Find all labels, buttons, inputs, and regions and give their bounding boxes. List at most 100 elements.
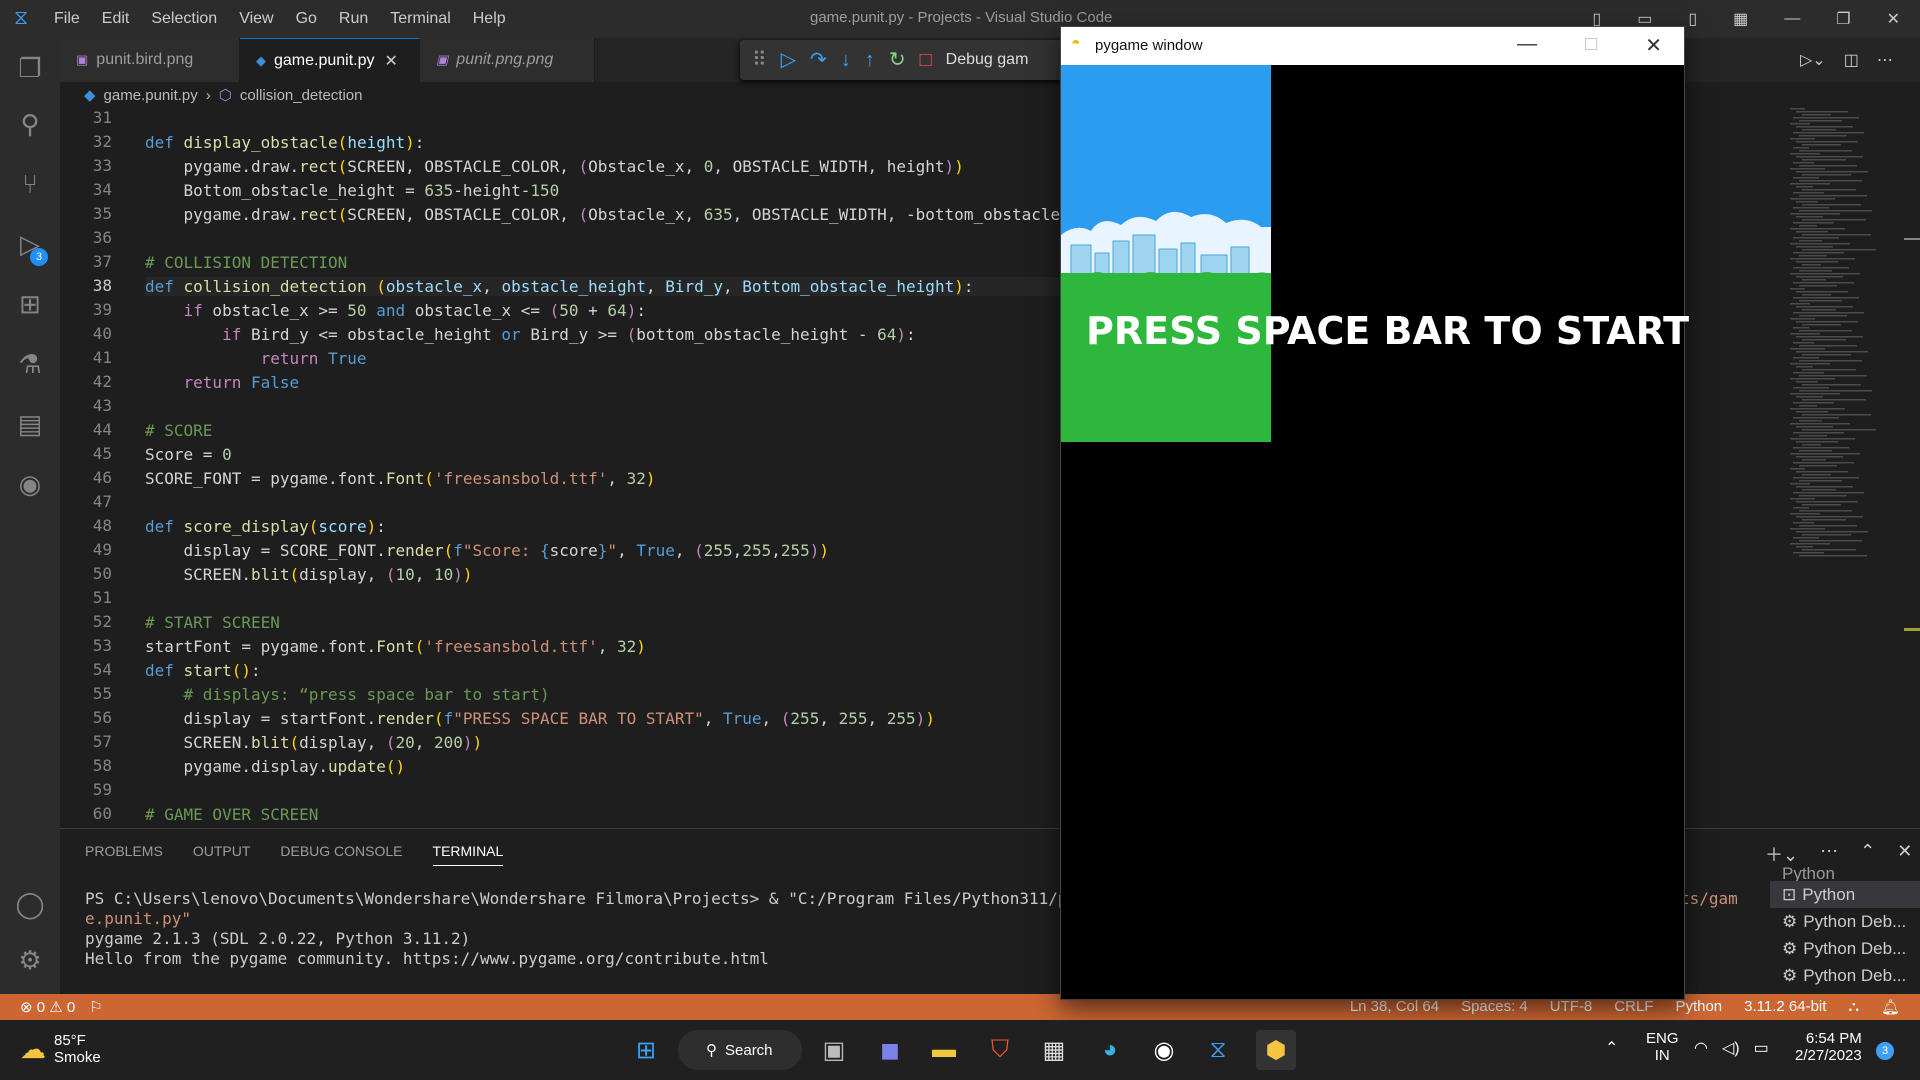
menu-run[interactable]: Run <box>339 10 368 28</box>
python-app-icon[interactable]: ⬢ <box>1256 1030 1296 1070</box>
brave-browser-icon[interactable]: ⛉ <box>980 1030 1020 1070</box>
weather-widget[interactable]: ☁ 85°F Smoke <box>20 1032 101 1066</box>
task-view-icon[interactable]: ▣ <box>814 1030 854 1070</box>
debug-status-icon[interactable]: ⚐ <box>89 998 102 1016</box>
debug-config-label[interactable]: Debug gam <box>946 52 1029 68</box>
language-mode[interactable]: Python <box>1675 998 1722 1016</box>
notification-badge[interactable]: 3 <box>1876 1042 1894 1060</box>
line-ending[interactable]: CRLF <box>1614 998 1653 1016</box>
panel-actions: ＋⌄ ⋯ ⌃ ✕ <box>1765 841 1912 867</box>
terminal-item[interactable]: ⚙ Python Deb... <box>1770 962 1920 989</box>
search-box[interactable]: ⚲ Search <box>678 1030 802 1070</box>
status-right: Ln 38, Col 64 Spaces: 4 UTF-8 CRLF Pytho… <box>1350 998 1900 1016</box>
tab-debug-console[interactable]: DEBUG CONSOLE <box>280 843 402 866</box>
menu-file[interactable]: File <box>54 10 80 28</box>
settings-gear-icon[interactable]: ⚙ <box>12 942 48 978</box>
debug-icon: ⚙ <box>1782 938 1798 958</box>
tray-chevron-icon[interactable]: ⌃ <box>1605 1038 1618 1058</box>
problems-status[interactable]: ⊗ 0 ⚠ 0 <box>20 998 75 1016</box>
code-editor[interactable]: 31 32 33 34 35 36 37 38 39 40 41 42 43 44 45 46 47 48 49 50… <box>60 108 1060 826</box>
account-icon[interactable]: ◯ <box>12 886 48 922</box>
github-icon[interactable]: ◉ <box>12 466 48 502</box>
line-number: 35 <box>92 204 112 223</box>
split-editor-icon[interactable]: ◫ <box>1844 50 1859 70</box>
breadcrumb-symbol[interactable]: collision_detection <box>240 87 363 104</box>
explorer-icon[interactable]: ❐ <box>12 50 48 86</box>
terminal-item[interactable]: ⚙ Python Deb... <box>1770 935 1920 962</box>
indentation[interactable]: Spaces: 4 <box>1461 998 1528 1016</box>
language-indicator[interactable]: ENG IN <box>1646 1030 1679 1064</box>
cursor-position[interactable]: Ln 38, Col 64 <box>1350 998 1439 1016</box>
tab-punit-png[interactable]: ▣ punit.png.png <box>420 38 595 82</box>
pygame-logo-icon: ◓ <box>1071 35 1081 52</box>
step-over-icon[interactable]: ↷ <box>810 50 827 70</box>
search-icon[interactable]: ⚲ <box>12 106 48 142</box>
terminal-item[interactable]: ⚙ Python Deb... <box>1770 908 1920 935</box>
layout-secondary-icon[interactable]: ▯ <box>1688 9 1697 29</box>
source-control-icon[interactable]: ⑂ <box>12 166 48 202</box>
minimize-icon[interactable]: — <box>1517 33 1537 58</box>
panel-tabs: PROBLEMS OUTPUT DEBUG CONSOLE TERMINAL <box>85 843 504 866</box>
python-interpreter[interactable]: 3.11.2 64-bit <box>1744 998 1826 1016</box>
line-number: 55 <box>92 684 112 703</box>
notebook-icon[interactable]: ▤ <box>12 406 48 442</box>
new-terminal-icon[interactable]: ＋⌄ <box>1765 841 1798 867</box>
maximize-icon[interactable]: □ <box>1585 33 1597 58</box>
menu-help[interactable]: Help <box>473 10 506 28</box>
stop-icon[interactable]: □ <box>920 50 932 70</box>
terminal-item[interactable]: Python <box>1770 867 1920 881</box>
close-icon[interactable]: ✕ <box>1887 9 1900 29</box>
debug-toolbar: ⠿ ▷ ↷ ↓ ↑ ↻ □ Debug gam <box>740 40 1080 80</box>
pygame-title-bar[interactable]: ◓ pygame window — □ ✕ <box>1061 27 1684 65</box>
testing-icon[interactable]: ⚗ <box>12 346 48 382</box>
tab-terminal[interactable]: TERMINAL <box>432 843 504 866</box>
run-icon[interactable]: ▷⌄ <box>1800 50 1826 70</box>
tab-output[interactable]: OUTPUT <box>193 843 251 866</box>
code-line: SCREEN.blit(display, (20, 200)) <box>145 733 483 752</box>
close-tab-icon[interactable]: ✕ <box>385 51 398 71</box>
app-icon[interactable]: ◉ <box>1144 1030 1184 1070</box>
system-tray[interactable]: ◠ ◁) ▭ <box>1694 1038 1769 1058</box>
menu-edit[interactable]: Edit <box>102 10 130 28</box>
menu-terminal[interactable]: Terminal <box>390 10 450 28</box>
restart-icon[interactable]: ↻ <box>889 50 906 70</box>
more-actions-icon[interactable]: ⋯ <box>1820 841 1838 867</box>
minimap[interactable] <box>1780 108 1920 826</box>
start-icon[interactable]: ⊞ <box>626 1030 666 1070</box>
step-out-icon[interactable]: ↑ <box>865 50 875 70</box>
layout-customize-icon[interactable]: ▦ <box>1733 9 1748 29</box>
continue-icon[interactable]: ▷ <box>781 50 796 70</box>
notifications-icon[interactable]: 🔔︎ <box>1881 998 1900 1016</box>
store-icon[interactable]: ▦ <box>1034 1030 1074 1070</box>
tab-game-punit[interactable]: ◆ game.punit.py ✕ <box>240 38 420 82</box>
breadcrumb-file[interactable]: game.punit.py <box>104 87 198 104</box>
menu-view[interactable]: View <box>239 10 273 28</box>
maximize-panel-icon[interactable]: ⌃ <box>1860 841 1875 867</box>
tab-punit-bird[interactable]: ▣ punit.bird.png <box>60 38 240 82</box>
file-explorer-icon[interactable]: ▬ <box>924 1030 964 1070</box>
pygame-window[interactable]: ◓ pygame window — □ ✕ PRESS SPACE BAR TO… <box>1060 26 1689 1000</box>
line-number: 36 <box>92 228 112 247</box>
restore-icon[interactable]: ❐ <box>1836 9 1850 29</box>
line-number: 32 <box>92 132 112 151</box>
teams-icon[interactable]: ◼ <box>870 1030 910 1070</box>
more-actions-icon[interactable]: ⋯ <box>1877 50 1893 70</box>
activity-bar: ❐ ⚲ ⑂ ▷ 3 ⊞ ⚗ ▤ ◉ ◯ ⚙ <box>0 38 60 994</box>
menu-selection[interactable]: Selection <box>151 10 217 28</box>
drag-handle-icon[interactable]: ⠿ <box>752 50 767 70</box>
line-number: 50 <box>92 564 112 583</box>
minimize-icon[interactable]: — <box>1784 10 1800 28</box>
clock[interactable]: 6:54 PM 2/27/2023 <box>1795 1030 1862 1064</box>
terminal-item[interactable]: ⊡ Python <box>1770 881 1920 908</box>
extensions-icon[interactable]: ⊞ <box>12 286 48 322</box>
terminal-output[interactable]: PS C:\Users\lenovo\Documents\Wondershare… <box>85 889 1135 969</box>
vscode-taskbar-icon[interactable]: ⧖ <box>1198 1030 1238 1070</box>
close-panel-icon[interactable]: ✕ <box>1897 841 1912 867</box>
close-icon[interactable]: ✕ <box>1645 33 1662 58</box>
step-into-icon[interactable]: ↓ <box>841 50 851 70</box>
tab-problems[interactable]: PROBLEMS <box>85 843 163 866</box>
menu-go[interactable]: Go <box>296 10 317 28</box>
live-share-icon[interactable]: ⛬ <box>1848 998 1859 1016</box>
encoding[interactable]: UTF-8 <box>1550 998 1593 1016</box>
edge-icon[interactable]: ◕ <box>1090 1030 1130 1070</box>
